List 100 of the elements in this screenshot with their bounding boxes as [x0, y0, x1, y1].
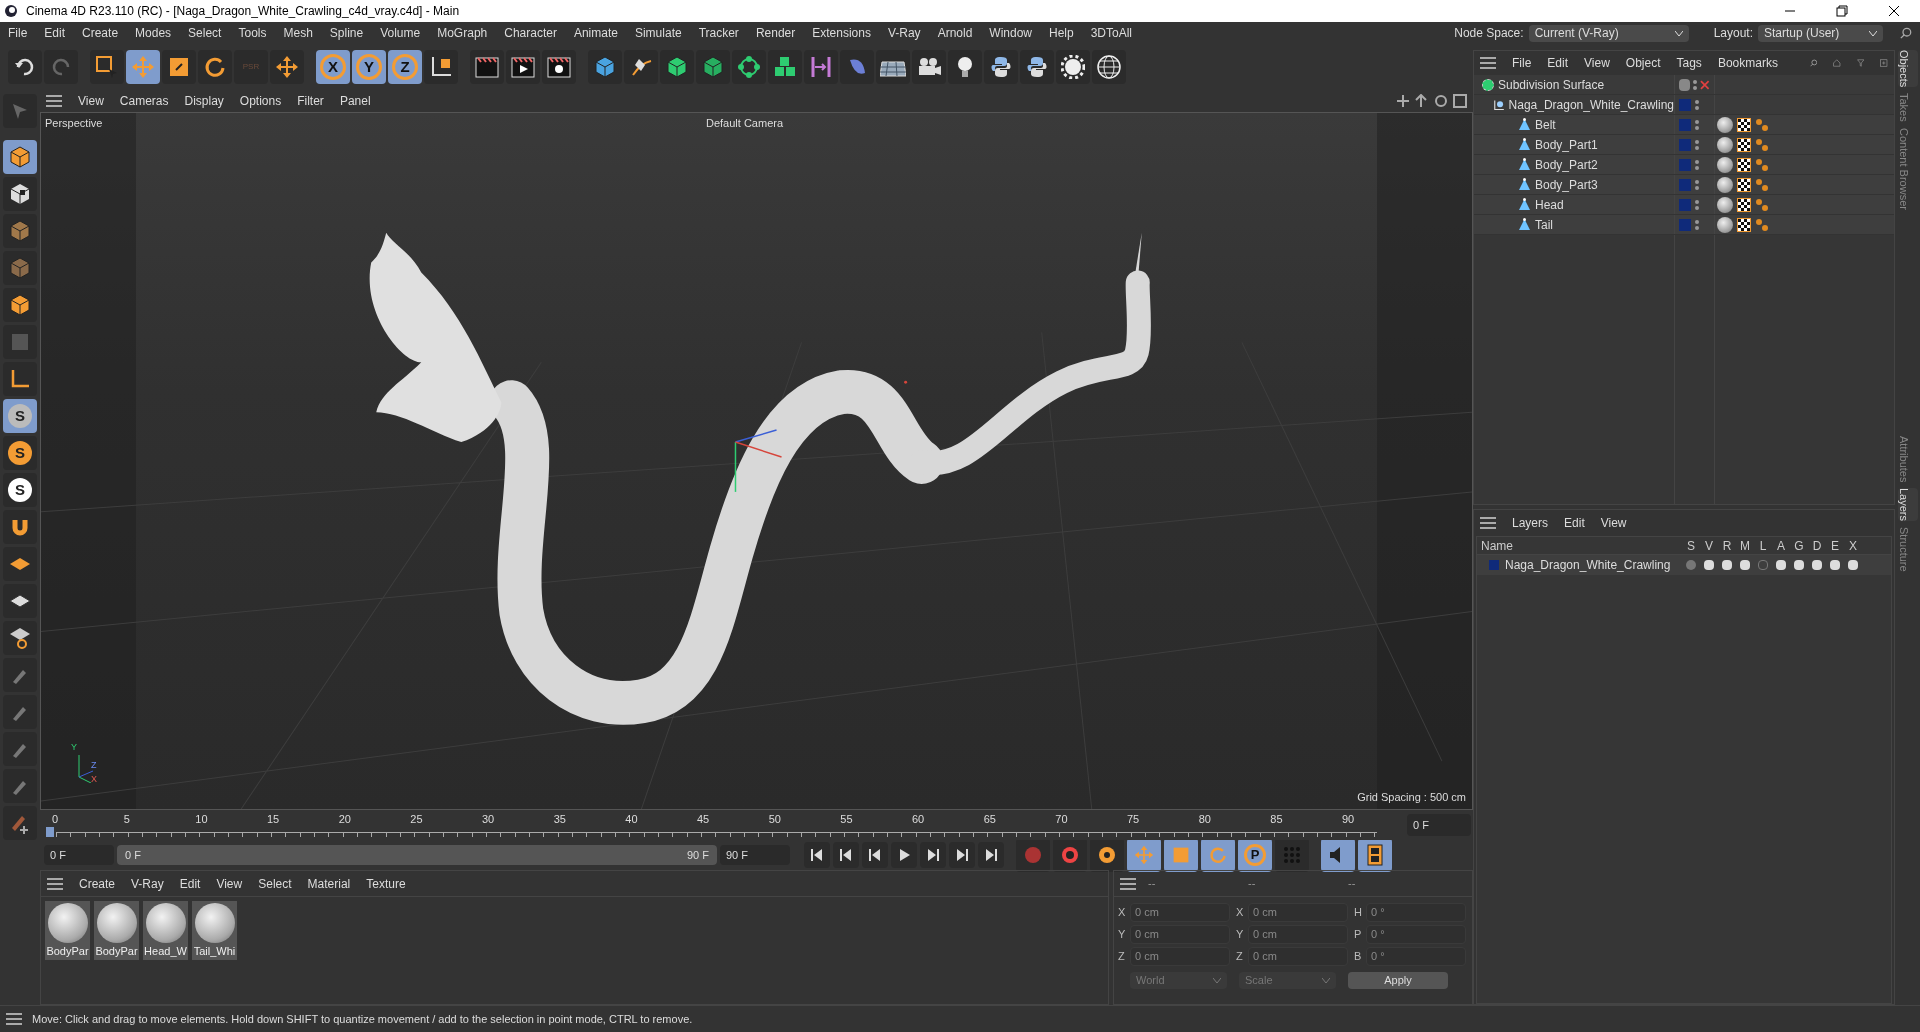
- menu-item[interactable]: Animate: [573, 24, 618, 42]
- frame-range-slider[interactable]: 0 F 90 F: [117, 845, 717, 865]
- menu-item[interactable]: Spline: [329, 24, 364, 42]
- maximize-icon[interactable]: [1836, 5, 1848, 17]
- dots-tag-icon[interactable]: [1755, 177, 1769, 192]
- coordinate-system-icon[interactable]: [424, 50, 458, 84]
- visibility-dots-icon[interactable]: [1693, 79, 1698, 90]
- layer-color-swatch[interactable]: [1679, 178, 1691, 191]
- menu-icon[interactable]: [6, 1013, 22, 1025]
- subdivision-icon[interactable]: [660, 50, 694, 84]
- menu-item[interactable]: Extensions: [812, 24, 871, 42]
- checker-tag-icon[interactable]: [1737, 157, 1751, 172]
- column-header[interactable]: G: [1790, 536, 1808, 555]
- menu-item[interactable]: Tracker: [698, 24, 739, 42]
- edges-mode-icon[interactable]: [3, 251, 37, 285]
- material-tag-icon[interactable]: [1717, 156, 1733, 173]
- menu-item[interactable]: Tools: [238, 24, 267, 42]
- first-frame-icon[interactable]: [804, 842, 830, 868]
- layers-menu-item[interactable]: Layers: [1512, 514, 1549, 532]
- side-tab[interactable]: Objects: [1897, 50, 1918, 88]
- menu-item[interactable]: Edit: [44, 24, 66, 42]
- start-frame-field[interactable]: 0 F: [44, 845, 114, 865]
- pointer-icon[interactable]: [3, 94, 37, 128]
- navigation-icon[interactable]: [1395, 94, 1467, 108]
- checker-tag-icon[interactable]: [1737, 117, 1751, 132]
- layers-menu-item[interactable]: View: [1600, 514, 1627, 532]
- globe-icon[interactable]: [1092, 50, 1126, 84]
- coordinate-field[interactable]: 0 °: [1366, 903, 1466, 922]
- previous-frame-icon[interactable]: [862, 842, 888, 868]
- menu-icon[interactable]: [1480, 517, 1496, 529]
- checker-tag-icon[interactable]: [1737, 177, 1751, 192]
- objects-menu-item[interactable]: Tags: [1676, 54, 1702, 72]
- material-tag-icon[interactable]: [1717, 196, 1733, 213]
- material-menu-item[interactable]: Select: [258, 874, 292, 893]
- points-mode-icon[interactable]: [3, 214, 37, 248]
- apply-button[interactable]: Apply: [1348, 972, 1448, 989]
- menu-item[interactable]: File: [8, 24, 28, 42]
- node-space-select[interactable]: Current (V-Ray): [1528, 24, 1689, 42]
- column-header[interactable]: M: [1736, 536, 1754, 555]
- checker-tag-icon[interactable]: [1737, 217, 1751, 232]
- menu-item[interactable]: Modes: [135, 24, 172, 42]
- selection-icon[interactable]: [90, 50, 124, 84]
- floor-icon[interactable]: [876, 50, 910, 84]
- material-menu-item[interactable]: Create: [79, 874, 116, 893]
- column-header[interactable]: X: [1844, 536, 1862, 555]
- light-bulb-icon[interactable]: [948, 50, 982, 84]
- coordinate-field[interactable]: 0 cm: [1130, 903, 1230, 922]
- last-frame-icon[interactable]: [978, 842, 1004, 868]
- menu-item[interactable]: Help: [1049, 24, 1074, 42]
- deformer-icon[interactable]: [804, 50, 838, 84]
- rotate-icon[interactable]: [198, 50, 232, 84]
- material-menu-item[interactable]: Texture: [366, 874, 406, 893]
- material-tag-icon[interactable]: [1717, 116, 1733, 133]
- extrude-icon[interactable]: [696, 50, 730, 84]
- render-view-icon[interactable]: [470, 50, 504, 84]
- coordinate-field[interactable]: 0 cm: [1248, 947, 1348, 966]
- axis-lock-button[interactable]: X: [316, 50, 350, 84]
- edit-toggle-icon[interactable]: [1679, 78, 1691, 91]
- menu-item[interactable]: Select: [188, 24, 222, 42]
- material-tag-icon[interactable]: [1717, 176, 1733, 193]
- viewport-menu-item[interactable]: Cameras: [119, 92, 169, 110]
- axis-icon[interactable]: [3, 362, 37, 396]
- objects-menu-item[interactable]: Bookmarks: [1717, 54, 1778, 72]
- dots-tag-icon[interactable]: [1755, 197, 1769, 212]
- layer-color-swatch[interactable]: [1679, 118, 1691, 131]
- polygons-mode-icon[interactable]: [3, 288, 37, 322]
- column-header[interactable]: E: [1826, 536, 1844, 555]
- snap-button[interactable]: S: [3, 399, 37, 433]
- snap-button[interactable]: S: [3, 436, 37, 470]
- menu-item[interactable]: MoGraph: [437, 24, 488, 42]
- objects-menu-item[interactable]: File: [1512, 54, 1532, 72]
- grid-icon[interactable]: [3, 584, 37, 618]
- objects-menu-item[interactable]: View: [1584, 54, 1610, 72]
- axis-lock-button[interactable]: Z: [388, 50, 422, 84]
- visibility-dots-icon[interactable]: [1695, 199, 1699, 210]
- menu-icon[interactable]: [47, 877, 63, 890]
- column-header[interactable]: L: [1754, 536, 1772, 555]
- coordinate-field[interactable]: 0 cm: [1130, 947, 1230, 966]
- menu-icon[interactable]: [46, 95, 62, 107]
- coordinate-field[interactable]: 0 °: [1366, 947, 1466, 966]
- side-tab[interactable]: Attributes: [1897, 436, 1918, 483]
- column-header[interactable]: Name: [1477, 536, 1682, 555]
- menu-item[interactable]: Window: [989, 24, 1032, 42]
- close-icon[interactable]: [1888, 5, 1900, 17]
- field-icon[interactable]: [840, 50, 874, 84]
- menu-item[interactable]: 3DToAll: [1090, 24, 1133, 42]
- material-tag-icon[interactable]: [1717, 136, 1733, 153]
- material-menu-item[interactable]: View: [216, 874, 243, 893]
- render-icon[interactable]: [506, 50, 540, 84]
- layer-color-swatch[interactable]: [1679, 98, 1691, 111]
- next-key-icon[interactable]: [949, 842, 975, 868]
- layer-color-swatch[interactable]: [1489, 560, 1499, 570]
- undo-icon[interactable]: [8, 50, 42, 84]
- play-icon[interactable]: [891, 842, 917, 868]
- previous-key-icon[interactable]: [833, 842, 859, 868]
- side-tab[interactable]: Takes: [1897, 93, 1918, 123]
- side-tab[interactable]: Structure: [1897, 527, 1918, 573]
- dots-tag-icon[interactable]: [1755, 137, 1769, 152]
- side-tab[interactable]: Content Browser: [1897, 128, 1918, 210]
- viewport-menu-item[interactable]: Filter: [297, 92, 324, 110]
